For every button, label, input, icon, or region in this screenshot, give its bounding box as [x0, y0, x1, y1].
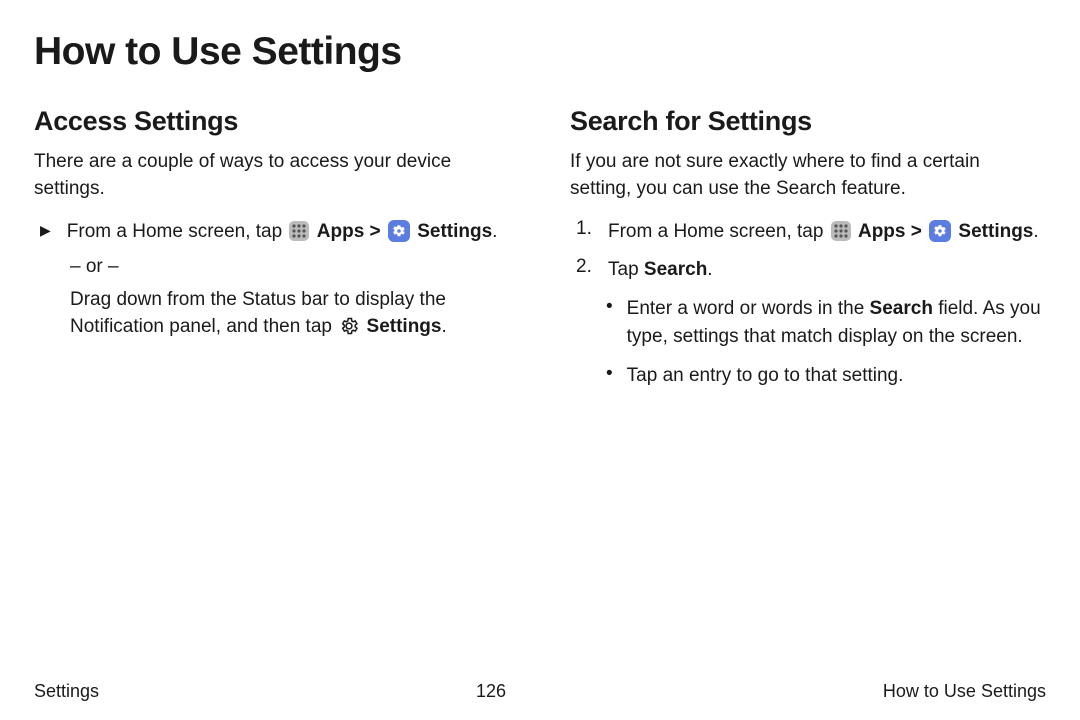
- content-columns: Access Settings There are a couple of wa…: [34, 106, 1046, 390]
- step1-text: From a Home screen, tap: [608, 221, 829, 242]
- apps-label: Apps: [317, 221, 365, 242]
- bullet2-body: Tap an entry to go to that setting.: [627, 362, 1046, 390]
- settings-label: Settings: [417, 221, 492, 242]
- access-settings-section: Access Settings There are a couple of wa…: [34, 106, 510, 390]
- search-label: Search: [644, 259, 707, 280]
- b1-text-a: Enter a word or words in the: [627, 298, 870, 319]
- footer-right: How to Use Settings: [883, 681, 1046, 702]
- page-footer: Settings 126 How to Use Settings: [34, 681, 1046, 702]
- separator: >: [364, 221, 386, 242]
- settings-blue-icon: [929, 220, 951, 242]
- search-step1-body: From a Home screen, tap Apps > Settings.: [608, 218, 1046, 246]
- gear-icon: [339, 316, 359, 336]
- access-intro: There are a couple of ways to access you…: [34, 149, 510, 202]
- footer-page-number: 126: [476, 681, 506, 702]
- search-heading: Search for Settings: [570, 106, 1046, 137]
- search-bullet-2: • Tap an entry to go to that setting.: [606, 362, 1046, 390]
- drag-period: .: [441, 316, 446, 337]
- period: .: [1033, 221, 1038, 242]
- search-settings-section: Search for Settings If you are not sure …: [570, 106, 1046, 390]
- page-title: How to Use Settings: [34, 30, 1046, 74]
- search-step2-body: Tap Search.: [608, 256, 1046, 284]
- step-text: From a Home screen, tap: [67, 221, 288, 242]
- bullet-dot-icon: •: [606, 296, 613, 318]
- step2-text-c: .: [707, 259, 712, 280]
- access-step-body: From a Home screen, tap Apps > Settings.: [67, 218, 510, 246]
- drag-settings-label: Settings: [367, 316, 442, 337]
- apps-label: Apps: [858, 221, 906, 242]
- bullet1-body: Enter a word or words in the Search fiel…: [627, 295, 1046, 350]
- search-step-2: 2. Tap Search.: [570, 256, 1046, 284]
- access-drag-text: Drag down from the Status bar to display…: [70, 286, 510, 341]
- b1-search-label: Search: [870, 298, 933, 319]
- or-separator: – or –: [70, 256, 510, 278]
- step-number-2: 2.: [576, 256, 596, 278]
- access-heading: Access Settings: [34, 106, 510, 137]
- search-intro: If you are not sure exactly where to fin…: [570, 149, 1046, 202]
- apps-icon: [831, 221, 851, 241]
- footer-left: Settings: [34, 681, 99, 702]
- bullet-dot-icon: •: [606, 363, 613, 385]
- period: .: [492, 221, 497, 242]
- search-bullet-1: • Enter a word or words in the Search fi…: [606, 295, 1046, 350]
- settings-blue-icon: [388, 220, 410, 242]
- step2-text-a: Tap: [608, 259, 644, 280]
- settings-label: Settings: [958, 221, 1033, 242]
- step-number-1: 1.: [576, 218, 596, 240]
- access-step-1: ▶ From a Home screen, tap Apps > Setting…: [34, 218, 510, 246]
- separator: >: [905, 221, 927, 242]
- apps-icon: [289, 221, 309, 241]
- search-step-1: 1. From a Home screen, tap Apps > Settin…: [570, 218, 1046, 246]
- play-marker-icon: ▶: [40, 222, 51, 239]
